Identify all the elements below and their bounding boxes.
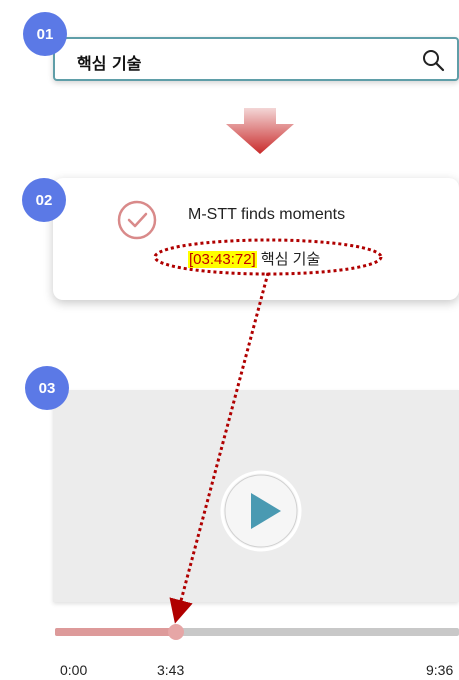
- result-timestamp[interactable]: [03:43:72]: [188, 251, 257, 268]
- play-icon[interactable]: [219, 469, 303, 553]
- seek-progress: [55, 628, 177, 636]
- result-card: M-STT finds moments [03:43:72] 핵심 기술: [53, 178, 459, 300]
- current-time: 3:43: [157, 662, 185, 678]
- start-time: 0:00: [60, 662, 88, 678]
- seek-handle[interactable]: [168, 624, 185, 640]
- step-badge-01: 01: [23, 12, 67, 56]
- end-time: 9:36: [426, 662, 454, 678]
- search-input[interactable]: 핵심 기술: [77, 50, 141, 74]
- step-badge-02: 02: [22, 178, 66, 222]
- search-icon[interactable]: [421, 48, 445, 72]
- check-circle-icon: [117, 200, 157, 240]
- video-player[interactable]: [53, 390, 459, 602]
- seek-bar[interactable]: [55, 624, 459, 640]
- arrow-down-icon: [226, 108, 294, 154]
- result-line[interactable]: [03:43:72] 핵심 기술: [188, 248, 320, 269]
- step-badge-03: 03: [25, 366, 69, 410]
- search-bar[interactable]: 핵심 기술: [53, 37, 459, 81]
- result-title: M-STT finds moments: [188, 206, 346, 223]
- result-keyword: 핵심 기술: [260, 251, 321, 268]
